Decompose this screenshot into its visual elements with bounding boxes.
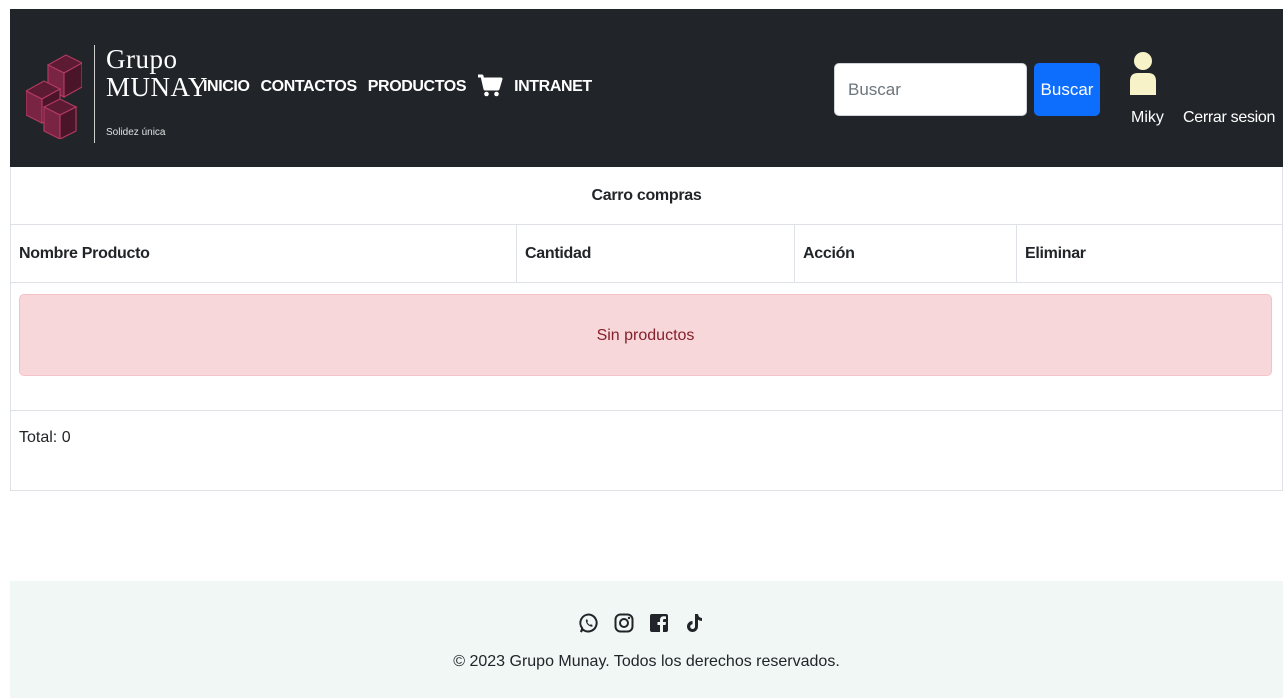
logo-tagline: Solidez única [106, 127, 166, 138]
shopping-cart-icon[interactable] [477, 73, 503, 99]
logo-wordmark: Grupo MUNAY [106, 45, 208, 101]
column-header-accion: Acción [794, 225, 1016, 283]
cart-panel: Carro compras Nombre Producto Cantidad A… [10, 167, 1283, 491]
nav-link-inicio[interactable]: INICIO [203, 78, 250, 96]
cart-total-row: Total: 0 [11, 410, 1282, 491]
instagram-icon[interactable] [613, 612, 635, 634]
logo-line-1: Grupo [106, 44, 178, 74]
column-header-cantidad: Cantidad [516, 225, 794, 283]
cube-logo-icon [26, 54, 82, 139]
nav-link-productos[interactable]: PRODUCTOS [368, 78, 467, 96]
logo-line-2: MUNAY [106, 72, 209, 102]
whatsapp-icon[interactable] [578, 612, 600, 634]
main-nav: INICIO CONTACTOS PRODUCTOS INTRANET [203, 73, 603, 99]
nav-link-contactos[interactable]: CONTACTOS [261, 78, 358, 96]
search-input[interactable] [834, 63, 1027, 116]
column-header-eliminar: Eliminar [1016, 225, 1283, 283]
search-button[interactable]: Buscar [1034, 63, 1100, 116]
social-links [578, 612, 718, 634]
logout-link[interactable]: Cerrar sesion [1183, 109, 1275, 127]
cart-table-header: Nombre Producto Cantidad Acción Eliminar [11, 225, 1282, 283]
copyright-text: © 2023 Grupo Munay. Todos los derechos r… [453, 653, 840, 670]
footer: © 2023 Grupo Munay. Todos los derechos r… [10, 581, 1283, 698]
logo-divider [94, 45, 95, 143]
user-icon[interactable] [1129, 51, 1157, 95]
cart-total: Total: 0 [19, 429, 71, 446]
column-header-nombre-producto: Nombre Producto [19, 245, 150, 262]
tiktok-icon[interactable] [683, 612, 705, 634]
nav-link-intranet[interactable]: INTRANET [514, 78, 592, 96]
empty-cart-alert: Sin productos [19, 294, 1272, 376]
navbar: Grupo MUNAY Solidez única INICIO CONTACT… [10, 9, 1283, 167]
brand-logo[interactable]: Grupo MUNAY Solidez única [26, 43, 208, 153]
user-name: Miky [1131, 109, 1164, 126]
facebook-icon[interactable] [648, 612, 670, 634]
cart-title: Carro compras [11, 167, 1282, 225]
